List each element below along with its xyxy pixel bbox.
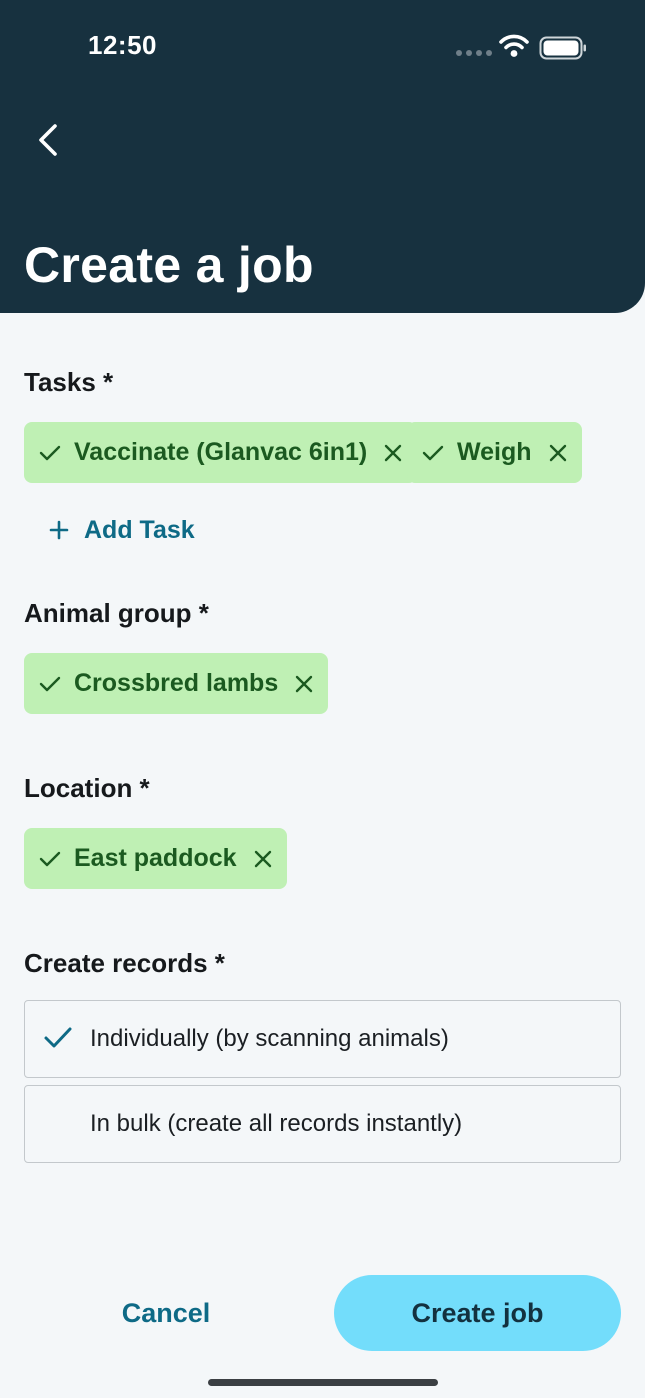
remove-chip-button[interactable] — [294, 674, 314, 694]
close-icon — [549, 444, 566, 461]
chevron-left-icon — [39, 124, 57, 156]
animal-group-label: Animal group * — [24, 598, 209, 628]
location-label: Location * — [24, 773, 150, 803]
remove-chip-button[interactable] — [548, 443, 568, 463]
home-indicator — [208, 1379, 438, 1386]
task-chip-weigh: Weigh — [407, 422, 582, 483]
check-icon — [38, 849, 62, 869]
close-icon — [254, 850, 271, 867]
check-icon — [38, 443, 62, 463]
option-label: Individually (by scanning animals) — [90, 1025, 449, 1052]
location-chip: East paddock — [24, 828, 287, 889]
chip-label: Vaccinate (Glanvac 6in1) — [74, 438, 368, 466]
option-individually[interactable]: Individually (by scanning animals) — [24, 1000, 621, 1078]
close-icon — [385, 444, 402, 461]
animal-group-chip: Crossbred lambs — [24, 653, 329, 714]
task-chip-vaccinate: Vaccinate (Glanvac 6in1) — [24, 422, 418, 483]
remove-chip-button[interactable] — [383, 443, 403, 463]
cancel-button[interactable]: Cancel — [40, 1276, 292, 1350]
check-icon — [38, 674, 62, 694]
chip-label: East paddock — [74, 844, 237, 872]
check-icon — [421, 443, 445, 463]
tasks-label: Tasks * — [24, 367, 114, 397]
option-label: In bulk (create all records instantly) — [90, 1110, 463, 1137]
check-icon — [43, 1025, 73, 1058]
battery-icon — [539, 36, 586, 60]
cellular-signal-icon — [456, 50, 492, 56]
add-task-label: Add Task — [84, 515, 195, 544]
close-icon — [296, 675, 313, 692]
wifi-icon — [499, 34, 529, 57]
status-time: 12:50 — [88, 30, 157, 60]
page-title: Create a job — [24, 237, 314, 293]
create-records-label: Create records * — [24, 948, 225, 978]
create-job-button[interactable]: Create job — [334, 1275, 621, 1351]
plus-icon — [48, 519, 70, 541]
add-task-button[interactable]: Add Task — [48, 508, 195, 552]
chip-label: Crossbred lambs — [74, 669, 279, 697]
remove-chip-button[interactable] — [253, 849, 273, 869]
chip-label: Weigh — [457, 438, 532, 466]
header: 12:50 Create a job — [0, 0, 645, 313]
option-in-bulk[interactable]: In bulk (create all records instantly) — [24, 1085, 621, 1163]
back-button[interactable] — [20, 112, 76, 168]
